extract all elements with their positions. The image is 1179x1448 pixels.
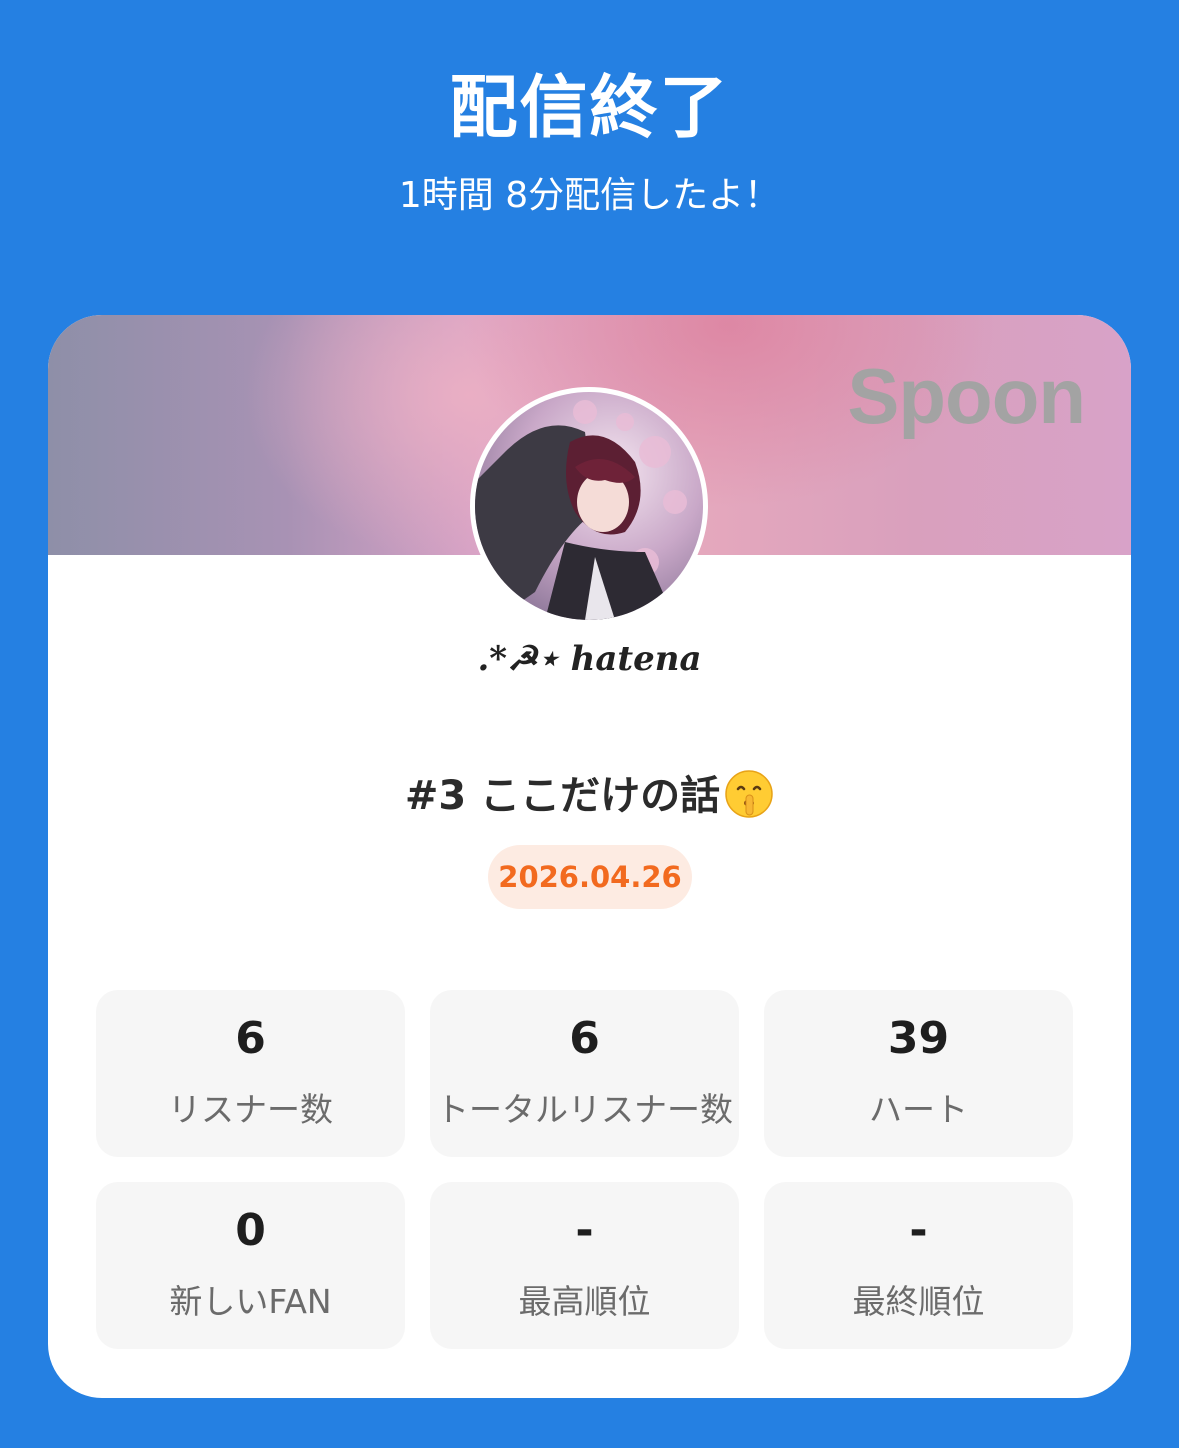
stat-label: 最終順位 [852,1281,985,1321]
shushing-face-icon [724,769,774,819]
stats-grid: 6 リスナー数 6 トータルリスナー数 39 ハート 0 新しいFAN - 最高… [96,990,1073,1349]
stat-label: トータルリスナー数 [436,1089,733,1129]
stat-total-listeners: 6 トータルリスナー数 [430,990,739,1157]
stat-listeners: 6 リスナー数 [96,990,405,1157]
stat-label: 最高順位 [518,1281,651,1321]
stat-label: リスナー数 [168,1089,333,1129]
stat-label: 新しいFAN [169,1281,332,1321]
avatar [470,387,708,625]
stream-title-text: #3 ここだけの話 [404,773,721,819]
stat-label: ハート [869,1089,968,1129]
stat-new-fans: 0 新しいFAN [96,1182,405,1349]
stream-title: #3 ここだけの話 [48,763,1131,821]
stat-value: - [909,1204,928,1256]
stat-hearts: 39 ハート [764,990,1073,1157]
avatar-image [475,392,703,620]
stat-value: 6 [235,1012,266,1064]
stat-final-rank: - 最終順位 [764,1182,1073,1349]
stream-date-badge: 2026.04.26 [488,845,692,909]
stat-value: - [575,1204,594,1256]
summary-card: Spoon .*☭⋆ hatena #3 ここだけの話 2026.04.26 6… [48,315,1131,1398]
stat-value: 6 [569,1012,600,1064]
spoon-logo: Spoon [847,352,1086,440]
broadcast-duration-text: 1時間 8分配信したよ！ [398,175,781,216]
stat-highest-rank: - 最高順位 [430,1182,739,1349]
stat-value: 39 [887,1012,950,1064]
page-title: 配信終了 [449,69,730,148]
broadcast-end-screen: 配信終了 1時間 8分配信したよ！ Spoon .*☭⋆ hatena #3 こ… [0,0,1179,1448]
username: .*☭⋆ hatena [477,639,702,679]
stat-value: 0 [235,1204,266,1256]
